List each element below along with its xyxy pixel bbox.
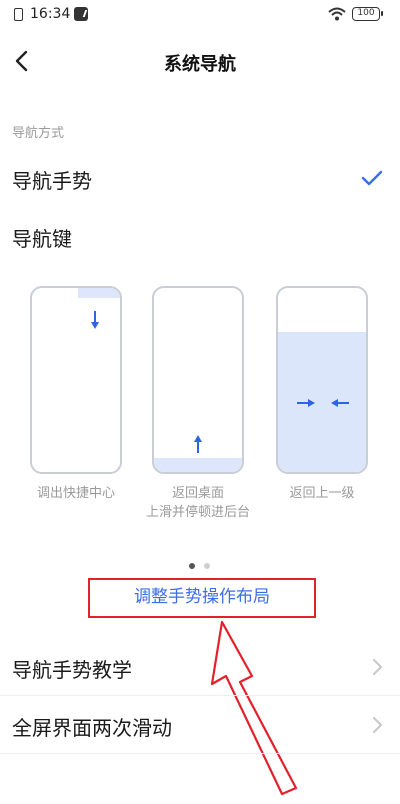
- notification-icon: [74, 7, 88, 21]
- option-navigation-gesture[interactable]: 导航手势: [0, 152, 400, 206]
- status-bar: 16:34 100: [0, 0, 400, 32]
- chevron-right-icon: [373, 717, 382, 733]
- option-label: 导航键: [12, 227, 72, 251]
- section-label: 导航方式: [12, 126, 65, 141]
- pager-dots[interactable]: [189, 554, 214, 573]
- phone-illustration-home: [152, 286, 244, 474]
- arrow-left-icon: [331, 399, 349, 407]
- header: 系统导航: [0, 36, 400, 88]
- shade-region: [278, 332, 366, 472]
- sub-caption-home: 上滑并停顿进后台: [145, 505, 250, 520]
- caption-home: 返回桌面: [171, 486, 224, 501]
- option-label: 导航手势: [12, 169, 92, 193]
- arrow-up-icon: [194, 435, 202, 453]
- list-item-fullscreen-double-swipe[interactable]: 全屏界面两次滑动: [0, 696, 400, 754]
- option-navigation-keys[interactable]: 导航键: [0, 210, 400, 264]
- list-item-gesture-tutorial[interactable]: 导航手势教学: [0, 638, 400, 696]
- checkmark-icon: [361, 170, 383, 186]
- shade-region: [154, 458, 242, 472]
- wifi-icon: [328, 7, 346, 21]
- arrow-down-icon: [91, 311, 99, 329]
- pager-dot[interactable]: [204, 563, 211, 569]
- battery-icon: 100: [352, 7, 383, 21]
- arrow-right-icon: [297, 399, 315, 407]
- phone-illustration-quick-center: [30, 286, 122, 474]
- pager-dot-active[interactable]: [189, 563, 195, 569]
- list-item-label: 全屏界面两次滑动: [12, 716, 172, 740]
- caption-back: 返回上一级: [289, 486, 355, 501]
- gesture-illustrations[interactable]: 调出快捷中心 返回桌面 上滑并停顿进后台 返回上一级: [0, 286, 400, 546]
- shade-region: [78, 288, 120, 298]
- phone-illustration-back: [276, 286, 368, 474]
- status-time: 16:34: [30, 6, 71, 22]
- caption-quick-center: 调出快捷中心: [36, 486, 115, 501]
- page-title: 系统导航: [164, 54, 236, 75]
- adjust-gesture-layout-link[interactable]: 调整手势操作布局: [88, 578, 316, 618]
- list-item-label: 导航手势教学: [12, 658, 132, 682]
- chevron-right-icon: [373, 659, 382, 675]
- sim-card-icon: [14, 8, 23, 21]
